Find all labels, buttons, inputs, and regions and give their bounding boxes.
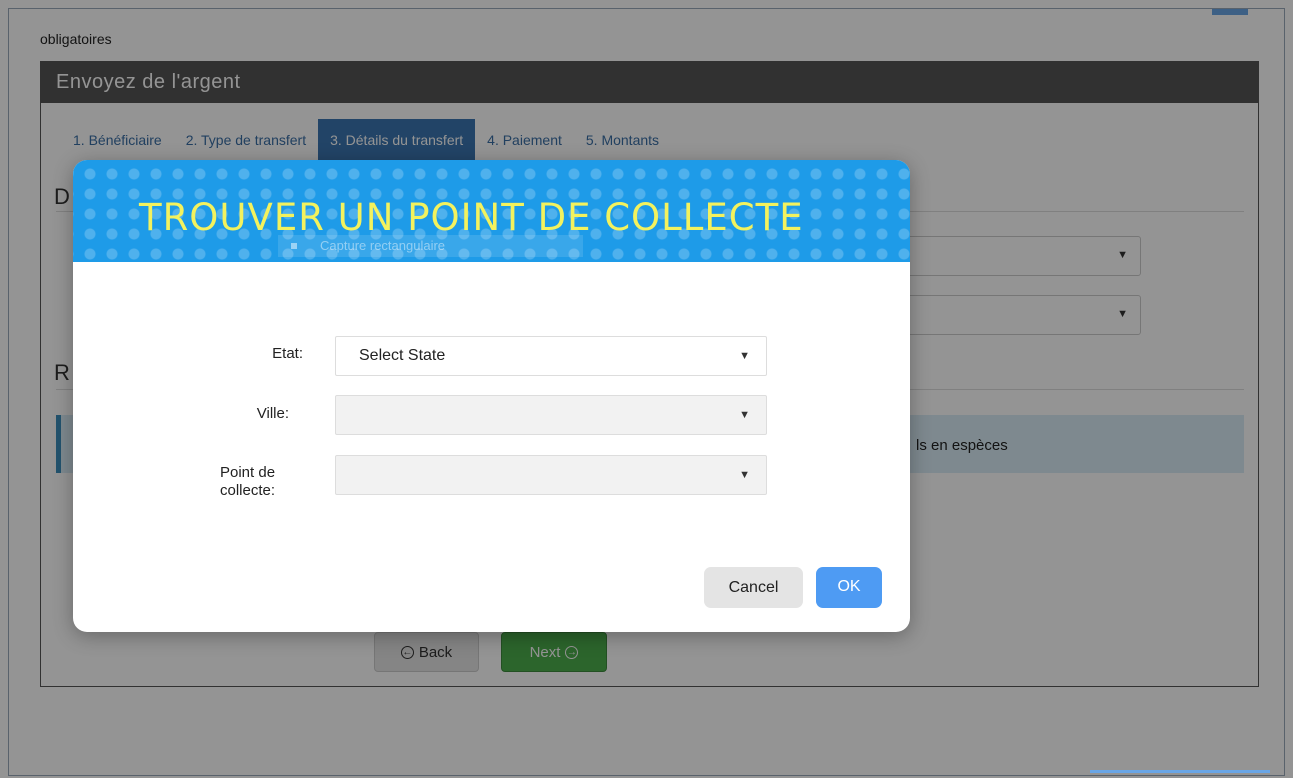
city-select[interactable]: ▼	[335, 395, 767, 435]
state-select-value: Select State	[359, 347, 446, 364]
collection-point-dialog: TROUVER UN POINT DE COLLECTE Capture rec…	[73, 160, 910, 632]
screen-capture-tooltip: Capture rectangulaire	[278, 235, 583, 257]
dialog-header: TROUVER UN POINT DE COLLECTE Capture rec…	[73, 160, 910, 262]
capture-icon	[291, 243, 297, 249]
collection-point-label-line2: collecte:	[220, 482, 276, 499]
cancel-button[interactable]: Cancel	[704, 567, 803, 608]
collection-point-select[interactable]: ▼	[335, 455, 767, 495]
dialog-title: TROUVER UN POINT DE COLLECTE	[139, 196, 804, 239]
state-select[interactable]: Select State ▼	[335, 336, 767, 376]
city-label: Ville:	[256, 405, 289, 422]
collection-point-label-line1: Point de	[220, 464, 276, 481]
collection-point-label: Point de collecte:	[193, 464, 293, 500]
caret-down-icon: ▼	[739, 350, 750, 362]
state-label: Etat:	[272, 345, 303, 362]
screen-capture-label: Capture rectangulaire	[320, 238, 446, 253]
ok-button[interactable]: OK	[816, 567, 882, 608]
bottom-indicator	[1090, 770, 1270, 773]
caret-down-icon: ▼	[739, 409, 750, 421]
caret-down-icon: ▼	[739, 469, 750, 481]
